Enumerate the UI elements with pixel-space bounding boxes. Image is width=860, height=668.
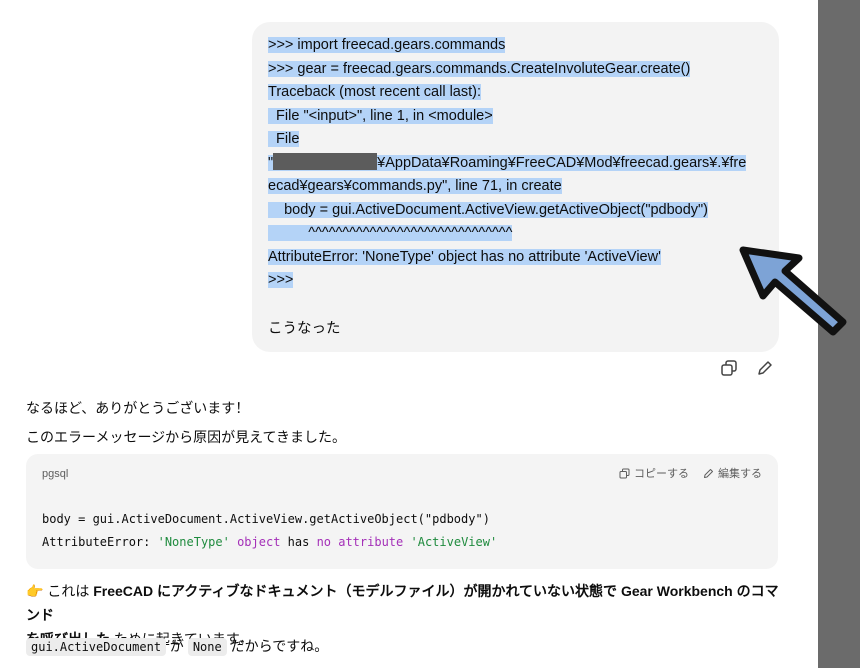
code-line: body = gui.ActiveDocument.ActiveView.get… — [42, 512, 490, 526]
inline-code: gui.ActiveDocument — [26, 638, 167, 656]
code-language-label: pgsql — [42, 468, 69, 480]
code-line: ¥AppData¥Roaming¥FreeCAD¥Mod¥freecad.gea… — [377, 154, 747, 171]
code-line: >>> gear = freecad.gears.commands.Create… — [268, 60, 691, 77]
assistant-text: このエラーメッセージから原因が見えてきました。 — [26, 429, 347, 445]
code-toolbar: コピーする 編集する — [619, 465, 762, 481]
edit-code-button[interactable]: 編集する — [703, 465, 762, 481]
edit-icon — [704, 468, 713, 478]
assistant-text: なるほど、ありがとうございます！ — [26, 400, 250, 416]
code-content: body = gui.ActiveDocument.ActiveView.get… — [42, 508, 497, 554]
edit-icon[interactable] — [756, 359, 774, 377]
copy-code-button[interactable]: コピーする — [619, 465, 689, 481]
user-message-bubble: >>> import freecad.gears.commands >>> ge… — [252, 22, 779, 352]
code-line: AttributeError: 'NoneType' object has no… — [42, 535, 498, 549]
code-line: Traceback (most recent call last): — [268, 84, 481, 100]
message-actions — [720, 359, 774, 377]
copy-icon — [619, 468, 630, 478]
code-line: >>> import freecad.gears.commands — [268, 37, 506, 53]
edit-label: 編集する — [718, 468, 762, 480]
pointing-hand-icon: 👉 — [26, 583, 44, 599]
copy-label: コピーする — [634, 468, 689, 480]
code-line: ecad¥gears¥commands.py", line 71, in cre… — [268, 178, 562, 194]
copy-icon[interactable] — [720, 359, 738, 377]
user-message-text: >>> import freecad.gears.commands >>> ge… — [268, 34, 747, 293]
annotation-arrow-icon — [739, 246, 847, 336]
code-line: >>> — [268, 272, 294, 288]
code-block: pgsql コピーする 編集する body = gui.ActiveDocume… — [26, 454, 778, 569]
redacted-username — [273, 152, 378, 170]
code-line: body = gui.ActiveDocument.ActiveView.get… — [268, 201, 709, 218]
user-message-trailing: こうなった — [268, 321, 341, 337]
code-line: ^^^^^^^^^^^^^^^^^^^^^^^^^^^^^^ — [268, 225, 513, 241]
code-line: AttributeError: 'NoneType' object has no… — [268, 248, 661, 265]
inline-code: None — [187, 638, 227, 656]
code-line: File — [268, 131, 300, 147]
code-line: File "<input>", line 1, in <module> — [268, 107, 493, 124]
assistant-note: gui.ActiveDocument が None だからですね。 — [26, 634, 328, 659]
